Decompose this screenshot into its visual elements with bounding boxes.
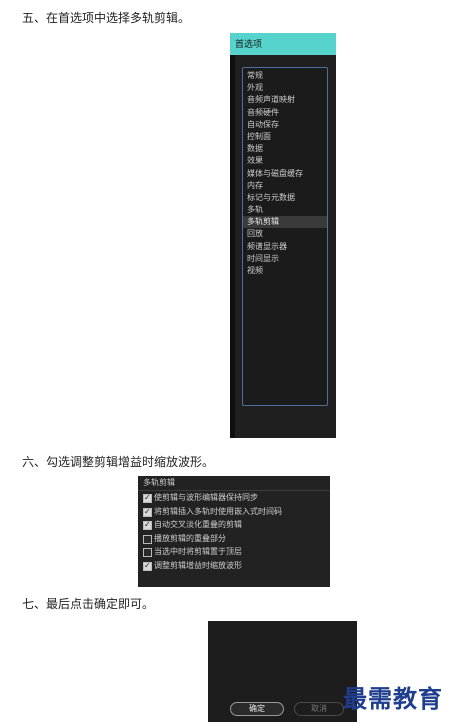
checkbox[interactable] — [143, 491, 152, 505]
preferences-item[interactable]: 视频 — [243, 265, 327, 277]
preferences-item[interactable]: 控制面 — [243, 131, 327, 143]
checkbox[interactable] — [143, 518, 152, 532]
multitrack-option[interactable]: 自动交叉淡化重叠的剪辑 — [138, 518, 330, 532]
watermark-logo: 最需教育 — [343, 684, 443, 713]
checkbox[interactable] — [143, 534, 152, 544]
multitrack-header: 多轨剪辑 — [138, 476, 330, 491]
preferences-item[interactable]: 媒体与磁盘缓存 — [243, 168, 327, 180]
panel-edge — [230, 55, 235, 438]
preferences-item[interactable]: 多轨剪辑 — [243, 216, 327, 229]
step-6-instruction: 六、勾选调整剪辑增益时缩放波形。 — [22, 455, 215, 469]
option-label: 自动交叉淡化重叠的剪辑 — [154, 520, 242, 529]
option-label: 将剪辑插入多轨时使用嵌入式时间码 — [154, 506, 282, 516]
preferences-item[interactable]: 多轨 — [243, 204, 327, 216]
step-5-instruction: 五、在首选项中选择多轨剪辑。 — [22, 11, 191, 25]
multitrack-option[interactable]: 播放剪辑的重叠部分 — [138, 532, 330, 546]
multitrack-option[interactable]: 当选中时将剪辑置于顶层 — [138, 545, 330, 559]
preferences-item[interactable]: 常规 — [243, 70, 327, 82]
preferences-item[interactable]: 数据 — [243, 143, 327, 155]
preferences-item[interactable]: 效果 — [243, 155, 327, 167]
ok-button[interactable]: 确定 — [230, 702, 284, 716]
option-label: 播放剪辑的重叠部分 — [154, 533, 226, 543]
option-label: 使剪辑与波形编辑器保持同步 — [154, 493, 258, 502]
option-label: 当选中时将剪辑置于顶层 — [154, 547, 242, 556]
preferences-item[interactable]: 回放 — [243, 228, 327, 240]
preferences-item[interactable]: 音频硬件 — [243, 107, 327, 119]
preferences-item[interactable]: 外观 — [243, 82, 327, 94]
option-label: 调整剪辑增益时缩放波形 — [154, 560, 242, 570]
preferences-item[interactable]: 内存 — [243, 180, 327, 192]
cancel-button[interactable]: 取消 — [294, 702, 344, 716]
step-7-instruction: 七、最后点击确定即可。 — [22, 597, 155, 611]
dialog-footer: 确定 取消 — [208, 621, 357, 722]
multitrack-option[interactable]: 调整剪辑增益时缩放波形 — [138, 559, 330, 572]
preferences-item[interactable]: 自动保存 — [243, 119, 327, 131]
multitrack-option[interactable]: 使剪辑与波形编辑器保持同步 — [138, 491, 330, 505]
preferences-category-list: 常规 外观 音频声道映射 音频硬件 自动保存 控制面 数据 效果 媒体与磁盘缓存 内存 标记与元数据… — [242, 67, 328, 406]
checkbox[interactable] — [143, 548, 152, 557]
checkbox[interactable] — [143, 505, 152, 518]
preferences-item[interactable]: 频谱显示器 — [243, 241, 327, 253]
checkbox[interactable] — [143, 559, 152, 572]
multitrack-clip-options: 多轨剪辑 使剪辑与波形编辑器保持同步将剪辑插入多轨时使用嵌入式时间码自动交叉淡化… — [138, 476, 330, 587]
preferences-title: 首选项 — [230, 33, 336, 55]
preferences-item[interactable]: 时间显示 — [243, 253, 327, 265]
preferences-item[interactable]: 标记与元数据 — [243, 192, 327, 204]
preferences-item[interactable]: 音频声道映射 — [243, 94, 327, 106]
multitrack-option[interactable]: 将剪辑插入多轨时使用嵌入式时间码 — [138, 505, 330, 518]
